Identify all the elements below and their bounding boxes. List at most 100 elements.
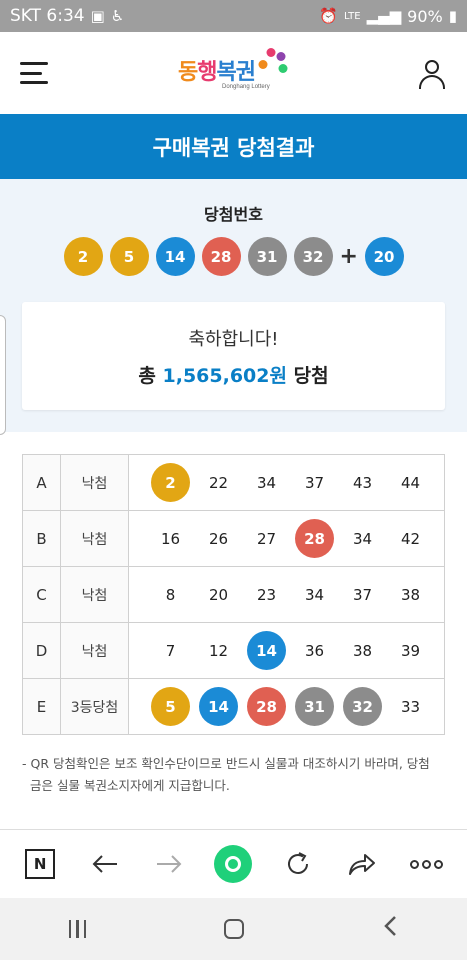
back-button[interactable]: [82, 841, 128, 887]
app-logo[interactable]: 동행복권 Donghang Lottery: [178, 46, 289, 90]
prize-prefix: 총: [138, 364, 156, 387]
disclaimer-line-2: 금은 실물 복권소지자에게 지급합니다.: [30, 778, 230, 793]
prize-amount: 1,565,602원: [162, 364, 287, 387]
number: 22: [208, 473, 229, 492]
row-key: E: [22, 678, 61, 735]
plus-sign: +: [339, 244, 358, 269]
number: 43: [352, 473, 373, 492]
share-arrow-icon: [349, 854, 376, 875]
bonus-ball: 20: [364, 237, 404, 276]
number: 38: [352, 641, 373, 660]
share-button[interactable]: [339, 841, 385, 887]
number: 12: [208, 641, 229, 660]
number: 20: [208, 585, 229, 604]
winning-balls: 2 5 14 28 31 32 + 20: [0, 237, 467, 276]
number: 16: [160, 529, 181, 548]
logo-wordmark: 동행복권: [178, 60, 256, 85]
matched-number: 28: [295, 519, 334, 558]
matched-number: 5: [151, 687, 190, 726]
battery-icon: ▮: [448, 7, 457, 25]
refresh-button[interactable]: [275, 841, 321, 887]
number: 7: [165, 641, 176, 660]
carrier-time: SKT 6:34: [10, 6, 85, 26]
winning-ball: 28: [201, 237, 241, 276]
winning-ball: 5: [109, 237, 149, 276]
back-nav-button[interactable]: [382, 915, 398, 943]
congrats-message: 축하합니다!: [188, 328, 279, 350]
accessibility-icon: ♿: [110, 7, 125, 25]
row-result: 낙첨: [60, 454, 129, 511]
more-dots-icon: [410, 859, 444, 869]
menu-icon[interactable]: [20, 62, 48, 84]
row-result: 낙첨: [60, 510, 129, 567]
row-result: 3등당첨: [60, 678, 129, 735]
alarm-icon: ⏰: [319, 7, 338, 25]
row-key: C: [22, 566, 61, 623]
refresh-icon: [287, 852, 308, 874]
matched-number: 14: [199, 687, 238, 726]
naver-home-button[interactable]: N: [17, 841, 63, 887]
results-table-wrapper: A 낙첨 2 22 34 37 43 44 B 낙첨 16 26 27 28 3…: [0, 432, 467, 735]
table-row: B 낙첨 16 26 27 28 34 42: [22, 510, 445, 567]
winning-ball: 14: [155, 237, 195, 276]
disclaimer-note: - QR 당첨확인은 보조 확인수단이므로 반드시 실물과 대조하시기 바라며,…: [0, 735, 467, 797]
row-result: 낙첨: [60, 622, 129, 679]
winning-numbers-label: 당첨번호: [204, 205, 263, 224]
side-drawer-handle[interactable]: [0, 315, 6, 435]
forward-button[interactable]: [146, 841, 192, 887]
signal-icon: ▂▄▆: [366, 7, 402, 25]
matched-number: 28: [247, 687, 286, 726]
table-row: C 낙첨 8 20 23 34 37 38: [22, 566, 445, 623]
arrow-left-icon: [92, 855, 117, 873]
number: 42: [400, 529, 421, 548]
table-row: D 낙첨 7 12 14 36 38 39: [22, 622, 445, 679]
row-result: 낙첨: [60, 566, 129, 623]
winning-ball: 31: [247, 237, 287, 276]
number: 34: [352, 529, 373, 548]
status-bar: SKT 6:34 ▣ ♿ ⏰ LTE ▂▄▆ 90% ▮: [0, 0, 467, 32]
winning-ball: 2: [63, 237, 103, 276]
recents-button[interactable]: [68, 920, 87, 938]
image-notification-icon: ▣: [90, 7, 105, 25]
winning-numbers-section: 당첨번호 2 5 14 28 31 32 + 20 축하합니다! 총 1,565…: [0, 179, 467, 435]
number: 36: [304, 641, 325, 660]
user-icon[interactable]: [417, 58, 447, 89]
chevron-left-icon: [384, 916, 396, 936]
number: 27: [256, 529, 277, 548]
table-row: E 3등당첨 5 14 28 31 32 33: [22, 678, 445, 735]
winning-ball: 32: [293, 237, 333, 276]
row-key: D: [22, 622, 61, 679]
number: 39: [400, 641, 421, 660]
green-dot-button[interactable]: [210, 841, 256, 887]
number: 34: [304, 585, 325, 604]
matched-number: 14: [247, 631, 286, 670]
page-title: 구매복권 당첨결과: [0, 114, 467, 179]
results-table: A 낙첨 2 22 34 37 43 44 B 낙첨 16 26 27 28 3…: [22, 454, 445, 735]
home-button[interactable]: [224, 919, 245, 939]
network-type: LTE: [343, 10, 361, 22]
prize-suffix: 당첨: [293, 364, 329, 387]
matched-number: 31: [295, 687, 334, 726]
green-dot-icon: [214, 845, 253, 883]
logo-people-icon: [257, 46, 289, 78]
disclaimer-line-1: - QR 당첨확인은 보조 확인수단이므로 반드시 실물과 대조하시기 바라며,…: [22, 756, 430, 771]
number: 26: [208, 529, 229, 548]
number: 37: [304, 473, 325, 492]
number: 38: [400, 585, 421, 604]
app-header: 동행복권 Donghang Lottery: [0, 32, 467, 114]
number: 8: [165, 585, 176, 604]
more-button[interactable]: [404, 841, 450, 887]
matched-number: 32: [343, 687, 382, 726]
logo-subtitle: Donghang Lottery: [222, 84, 270, 90]
matched-number: 2: [151, 463, 190, 502]
congrats-card: 축하합니다! 총 1,565,602원 당첨: [22, 302, 445, 410]
battery-percent: 90%: [407, 6, 443, 26]
number: 44: [400, 473, 421, 492]
number: 34: [256, 473, 277, 492]
row-key: A: [22, 454, 61, 511]
number: 23: [256, 585, 277, 604]
prize-total: 총 1,565,602원 당첨: [138, 361, 328, 388]
row-key: B: [22, 510, 61, 567]
number: 33: [400, 697, 421, 716]
system-navbar: [0, 898, 467, 960]
